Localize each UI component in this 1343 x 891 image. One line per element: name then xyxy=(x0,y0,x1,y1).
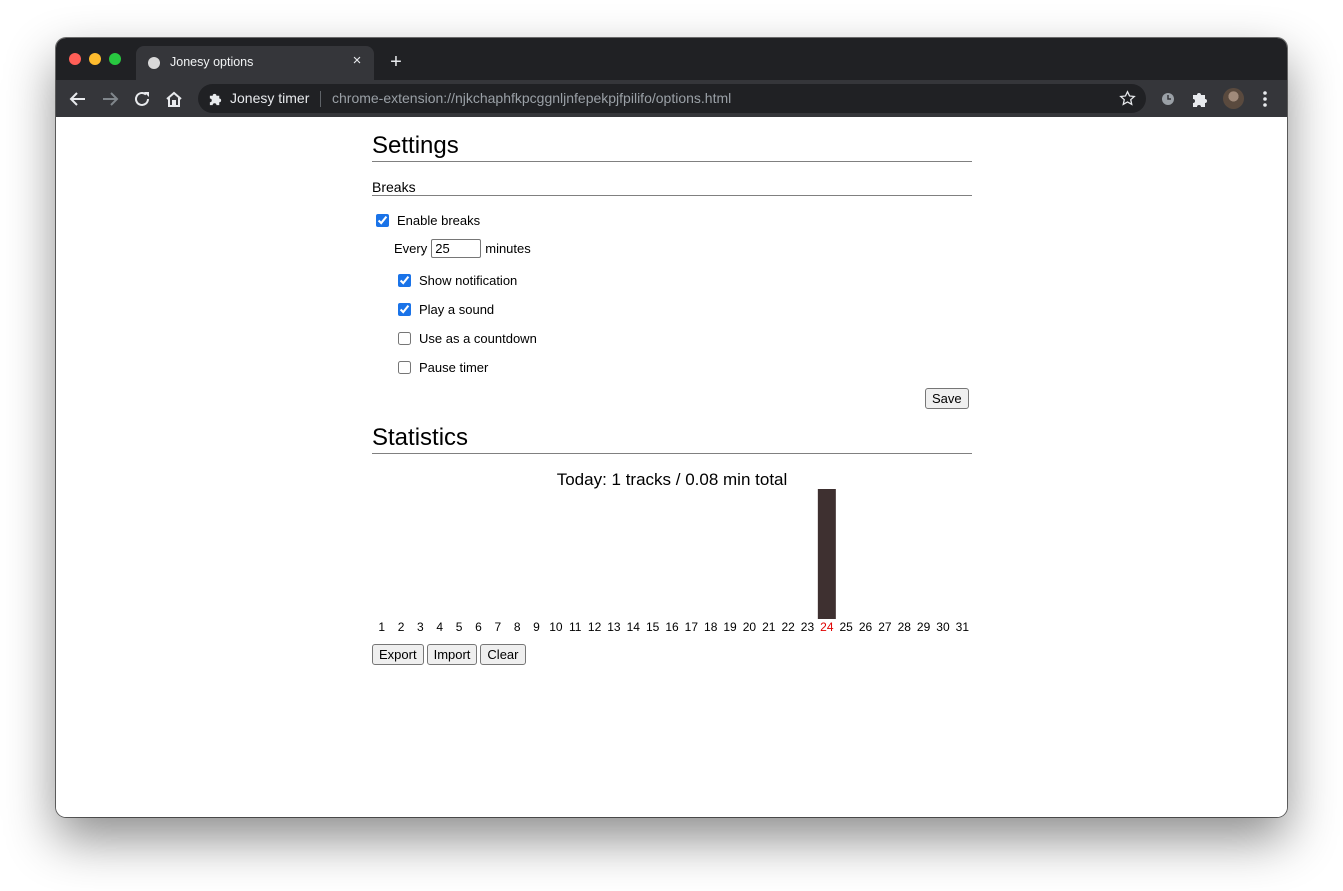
chart-day-label-17: 17 xyxy=(685,620,699,634)
countdown-checkbox[interactable] xyxy=(398,332,411,345)
tab-close-icon[interactable]: × xyxy=(348,52,366,70)
omnibox-divider xyxy=(320,91,321,107)
show-notification-checkbox[interactable] xyxy=(398,274,411,287)
pause-timer-label: Pause timer xyxy=(419,360,489,375)
chart-day-label-16: 16 xyxy=(665,620,679,634)
chart-day-label-28: 28 xyxy=(898,620,912,634)
tab-jonesy-options[interactable]: Jonesy options × xyxy=(136,46,374,80)
countdown-row[interactable]: Use as a countdown xyxy=(398,331,537,346)
chart-day-label-30: 30 xyxy=(936,620,950,634)
pause-timer-row[interactable]: Pause timer xyxy=(398,360,488,375)
minutes-label: minutes xyxy=(485,241,531,256)
window-maximize-button[interactable] xyxy=(109,53,121,65)
clock-favicon-icon xyxy=(148,57,160,69)
chart-day-label-4: 4 xyxy=(436,620,443,634)
interval-minutes-input[interactable] xyxy=(431,239,482,258)
chart-day-label-14: 14 xyxy=(627,620,641,634)
chart-day-label-23: 23 xyxy=(801,620,815,634)
chart-day-label-27: 27 xyxy=(878,620,892,634)
chart-day-label-24: 24 xyxy=(820,620,834,634)
show-notification-row[interactable]: Show notification xyxy=(398,273,517,288)
today-summary: Today: 1 tracks / 0.08 min total xyxy=(556,470,788,489)
chart-day-label-20: 20 xyxy=(743,620,757,634)
chart-day-label-3: 3 xyxy=(417,620,424,634)
enable-breaks-row[interactable]: Enable breaks xyxy=(376,213,480,228)
export-button[interactable]: Export xyxy=(372,644,424,665)
puzzle-piece-icon xyxy=(209,93,222,106)
home-icon[interactable] xyxy=(163,88,185,110)
pause-timer-checkbox[interactable] xyxy=(398,361,411,374)
stats-actions: Export Import Clear xyxy=(372,644,526,665)
statistics-heading: Statistics xyxy=(372,424,972,454)
countdown-label: Use as a countdown xyxy=(419,331,537,346)
bookmark-star-icon[interactable] xyxy=(1119,90,1136,107)
browser-toolbar: Jonesy timer chrome-extension://njkchaph… xyxy=(56,80,1287,117)
chart-day-label-1: 1 xyxy=(378,620,385,634)
chart-day-label-12: 12 xyxy=(588,620,602,634)
import-button[interactable]: Import xyxy=(426,644,478,665)
play-sound-label: Play a sound xyxy=(419,302,495,317)
chart-day-label-5: 5 xyxy=(456,620,463,634)
interval-row: Every minutes xyxy=(394,239,531,258)
chart-day-label-31: 31 xyxy=(956,620,970,634)
tab-strip: Jonesy options × + xyxy=(56,38,1287,80)
clear-button[interactable]: Clear xyxy=(480,644,526,665)
play-sound-checkbox[interactable] xyxy=(398,303,411,316)
chart-day-label-6: 6 xyxy=(475,620,482,634)
chart-day-label-15: 15 xyxy=(646,620,660,634)
enable-breaks-checkbox[interactable] xyxy=(376,214,389,227)
chart-day-label-26: 26 xyxy=(859,620,873,634)
chart-day-label-25: 25 xyxy=(840,620,854,634)
back-arrow-icon[interactable] xyxy=(67,88,89,110)
settings-heading: Settings xyxy=(372,132,972,162)
chart-day-label-11: 11 xyxy=(569,620,582,634)
window-close-button[interactable] xyxy=(69,53,81,65)
chart-day-label-10: 10 xyxy=(549,620,563,634)
extension-name: Jonesy timer xyxy=(230,90,310,106)
chart-day-label-9: 9 xyxy=(533,620,540,634)
window-minimize-button[interactable] xyxy=(89,53,101,65)
new-tab-button[interactable]: + xyxy=(386,52,406,72)
forward-arrow-icon[interactable] xyxy=(99,88,121,110)
daily-stats-chart: 1 2 3 4 5 6 7 8 9 10 11 12 13 14 15 16 17 18 19 20 21 22 23 24 2… xyxy=(378,489,970,634)
enable-breaks-label: Enable breaks xyxy=(397,213,481,228)
reload-icon[interactable] xyxy=(131,88,153,110)
jonesy-extension-icon[interactable] xyxy=(1157,88,1179,110)
extensions-puzzle-icon[interactable] xyxy=(1189,88,1211,110)
tab-title: Jonesy options xyxy=(170,55,254,69)
show-notification-label: Show notification xyxy=(419,273,518,288)
url-text[interactable]: chrome-extension://njkchaphfkpcggnljnfep… xyxy=(332,90,731,106)
profile-avatar[interactable] xyxy=(1223,88,1244,109)
chart-day-label-29: 29 xyxy=(917,620,931,634)
chart-day-label-22: 22 xyxy=(781,620,795,634)
chart-day-label-2: 2 xyxy=(398,620,405,634)
page-content: Settings Breaks Enable breaks Every minu… xyxy=(56,117,1287,817)
chart-day-label-13: 13 xyxy=(607,620,621,634)
address-bar[interactable]: Jonesy timer chrome-extension://njkchaph… xyxy=(198,84,1146,113)
play-sound-row[interactable]: Play a sound xyxy=(398,302,494,317)
every-label: Every xyxy=(394,241,428,256)
chart-day-label-19: 19 xyxy=(723,620,737,634)
chart-day-label-21: 21 xyxy=(762,620,776,634)
browser-window: Jonesy options × + Jonesy timer chrome-e… xyxy=(56,38,1287,817)
save-button[interactable]: Save xyxy=(925,388,969,409)
breaks-heading: Breaks xyxy=(372,179,972,196)
chart-day-label-7: 7 xyxy=(494,620,501,634)
chart-bar-day-24 xyxy=(817,489,836,619)
chart-day-label-18: 18 xyxy=(704,620,718,634)
chart-day-label-8: 8 xyxy=(514,620,521,634)
menu-kebab-icon[interactable] xyxy=(1254,88,1276,110)
